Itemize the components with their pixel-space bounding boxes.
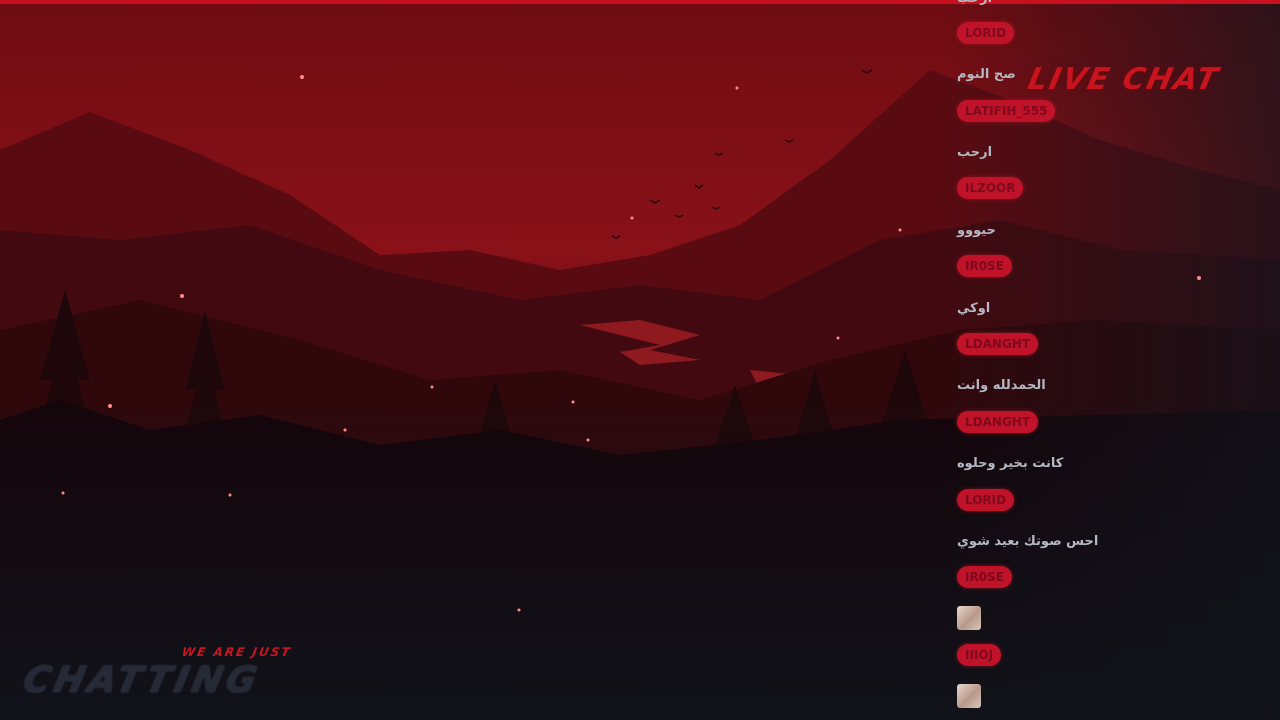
chat-message-text: كانت بخير وحلوه (957, 456, 1064, 471)
chat-username-badge[interactable]: IR0SE (957, 566, 1012, 588)
chat-message-text: ارحب (957, 145, 993, 160)
chat-username-badge[interactable]: IIIOJ (957, 644, 1002, 666)
overlay-tagline: WE ARE JUST (180, 645, 293, 659)
overlay-headline: CHATTING (19, 660, 265, 701)
chat-message-text: صح النوم (957, 67, 1016, 82)
chat-message-text: اوكي (957, 301, 991, 316)
chat-feed: ارحب LORID صح النوم LATIFIH_555 ارحب ILZ… (950, 0, 1280, 720)
chat-username-badge[interactable]: LORID (957, 489, 1015, 511)
chat-username-badge[interactable]: LORID (957, 22, 1015, 44)
chat-username-badge[interactable]: ILZOOR (957, 177, 1024, 199)
chat-emote-image (957, 684, 981, 708)
chat-message-text-partial: ارحب (957, 0, 992, 6)
chat-username-badge[interactable]: LDANGHT (957, 411, 1039, 433)
chat-username-badge[interactable]: IR0SE (957, 255, 1012, 277)
chat-message-text: الحمدلله وانت (957, 378, 1046, 393)
chat-username-badge[interactable]: LDANGHT (957, 333, 1039, 355)
chat-username-badge[interactable]: LATIFIH_555 (957, 100, 1056, 122)
chat-emote-image (957, 606, 981, 630)
chat-message-text: حيووو (957, 223, 996, 238)
chat-message-text: احس صوتك بعيد شوي (957, 534, 1099, 549)
